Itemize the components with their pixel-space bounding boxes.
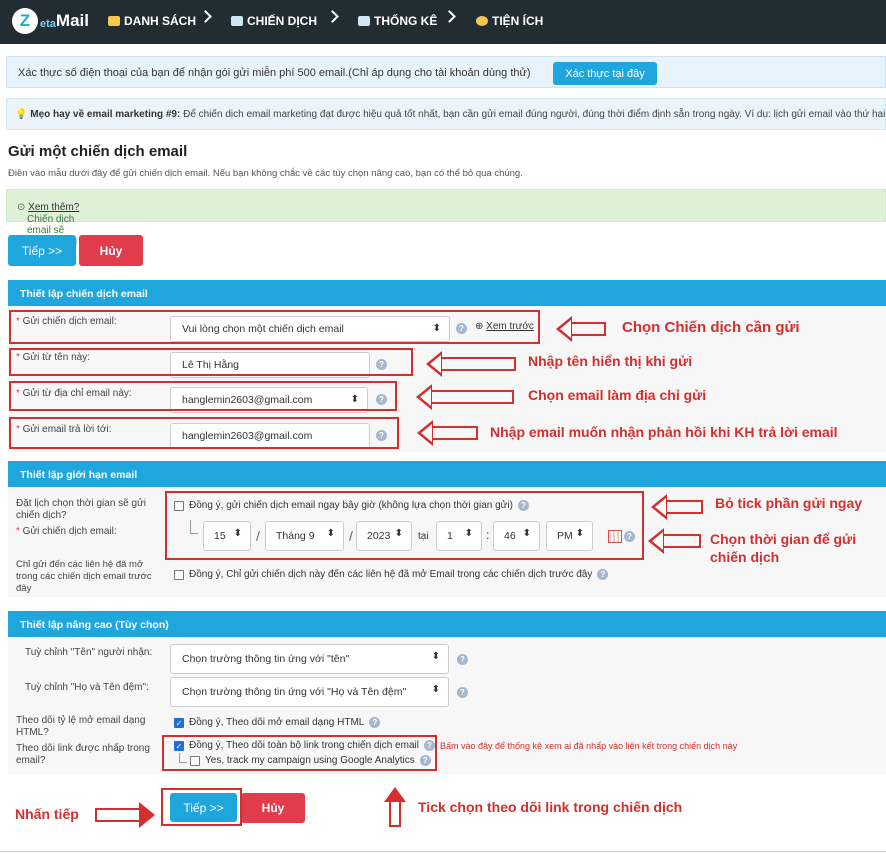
track-link-label: Theo dõi link được nhấp trong email? xyxy=(16,743,150,766)
nav-label: CHIẾN DỊCH xyxy=(247,14,318,28)
chevron-right-icon xyxy=(326,10,339,23)
annotation-from-name: Nhập tên hiển thị khi gửi xyxy=(528,353,693,369)
help-icon[interactable]: ? xyxy=(457,687,468,698)
arrow-left-icon xyxy=(426,351,516,377)
verify-button[interactable]: Xác thực tại đây xyxy=(553,62,657,85)
fullname-label: Tuỳ chỉnh "Họ và Tên đệm": xyxy=(25,682,149,693)
arrow-right-head xyxy=(139,802,155,828)
logo-text: Mail xyxy=(55,11,89,30)
highlight-reply xyxy=(9,417,399,449)
chevron-right-icon xyxy=(443,10,456,23)
chevron-right-icon xyxy=(199,10,212,23)
verify-banner: Xác thực số điện thoại của bạn để nhận g… xyxy=(6,56,886,88)
annotation-reply-email: Nhập email muốn nhận phản hồi khi KH trả… xyxy=(490,424,838,440)
track-open-label: Theo dõi tỷ lệ mở email dạng HTML? xyxy=(16,715,146,738)
arrow-left-icon xyxy=(417,420,478,446)
help-icon[interactable]: ? xyxy=(597,569,609,580)
zetamail-logo[interactable]: Z eta Mail xyxy=(12,8,89,34)
highlight-track-link xyxy=(162,735,437,771)
arrow-up-icon xyxy=(384,787,406,802)
cancel-button-top[interactable]: Hủy xyxy=(79,235,143,266)
mail-icon xyxy=(231,16,243,26)
annotation-press-next: Nhấn tiếp xyxy=(15,806,79,822)
section-campaign-header: Thiết lập chiến dịch email xyxy=(8,280,886,306)
section-title: Thiết lập chiến dịch email xyxy=(20,288,148,300)
list-icon xyxy=(108,16,120,26)
help-icon[interactable]: ? xyxy=(369,717,381,728)
nav-label: TIỆN ÍCH xyxy=(492,14,544,28)
arrow-left-icon xyxy=(556,316,606,342)
section-title: Thiết lập giới hạn email xyxy=(20,469,138,481)
checkbox-unchecked[interactable] xyxy=(174,569,184,580)
firstname-label: Tuỳ chỉnh "Tên" người nhận: xyxy=(25,647,153,658)
logo-mark: Z xyxy=(12,8,38,34)
logo-small: eta xyxy=(40,18,56,30)
highlight-fromemail xyxy=(9,381,397,411)
fullname-select[interactable]: Chọn trường thông tin ứng với "Họ và Tên… xyxy=(170,677,449,707)
track-link-note[interactable]: Bấm vào đây để thống kê xem ai đã nhấp v… xyxy=(440,741,737,751)
annotation-choose-campaign: Chọn Chiến dịch cần gửi xyxy=(622,319,800,336)
annotation-uncheck-send-now: Bỏ tick phần gửi ngay xyxy=(715,495,863,511)
page-description: Điền vào mẫu dưới đây để gửi chiến dịch … xyxy=(8,168,523,179)
arrow-right-icon xyxy=(95,808,139,822)
arrow-left-icon xyxy=(651,494,703,520)
highlight-schedule xyxy=(165,491,644,560)
tip-title: Mẹo hay về email marketing #9: xyxy=(30,109,181,120)
send-label: * Gửi chiến dịch email: xyxy=(16,526,117,537)
nav-tien-ich[interactable]: TIỆN ÍCH xyxy=(476,14,543,28)
bulb-icon xyxy=(476,16,488,26)
info-text: ⊙ Chiến dịch email sẽ gửi khoảng 10 liên… xyxy=(17,202,79,258)
checkbox-checked[interactable]: ✓ xyxy=(174,717,184,728)
track-open-checkbox[interactable]: ✓ Đồng ý, Theo dõi mở email dạng HTML? xyxy=(174,717,381,728)
only-opened-text: Đồng ý, Chỉ gửi chiến dịch này đến các l… xyxy=(189,569,593,580)
next-button-top[interactable]: Tiếp >> xyxy=(8,235,76,266)
highlight-fromname xyxy=(9,348,413,376)
help-icon[interactable]: ? xyxy=(457,654,468,665)
firstname-select[interactable]: Chọn trường thông tin ứng với "tên" xyxy=(170,644,449,674)
only-opened-label: Chỉ gửi đến các liên hệ đã mở trong các … xyxy=(16,559,152,594)
stats-icon xyxy=(358,16,370,26)
arrow-up-shaft xyxy=(389,801,401,827)
only-opened-checkbox[interactable]: Đồng ý, Chỉ gửi chiến dịch này đến các l… xyxy=(174,569,609,580)
arrow-left-icon xyxy=(416,384,514,410)
tip-banner: 💡 Mẹo hay về email marketing #9: Để chiế… xyxy=(6,98,886,130)
section-limit-header: Thiết lập giới hạn email xyxy=(8,461,886,487)
section-advanced-header: Thiết lập nâng cao (Tùy chọn) xyxy=(8,611,886,637)
track-open-text: Đồng ý, Theo dõi mở email dạng HTML xyxy=(189,717,365,728)
annotation-from-email: Chọn email làm địa chỉ gửi xyxy=(528,387,707,403)
nav-label: DANH SÁCH xyxy=(124,14,196,28)
tip-text: 💡 Mẹo hay về email marketing #9: Để chiế… xyxy=(15,109,886,120)
page-title: Gửi một chiến dịch email xyxy=(8,143,188,160)
top-nav: Z eta Mail DANH SÁCH CHIẾN DỊCH THỐNG KÊ… xyxy=(0,0,886,44)
cancel-button-bottom[interactable]: Hủy xyxy=(241,793,305,823)
annotation-choose-time: Chọn thời gian để gửi chiến dịch xyxy=(710,531,857,565)
annotation-track-link: Tick chọn theo dõi link trong chiến dịch xyxy=(418,799,683,815)
arrow-left-icon xyxy=(648,528,701,554)
nav-danh-sach[interactable]: DANH SÁCH xyxy=(108,14,196,28)
tip-body: Để chiến dịch email marketing đạt được h… xyxy=(180,109,886,120)
highlight-next xyxy=(161,788,242,826)
nav-label: THỐNG KÊ xyxy=(374,14,438,28)
info-alert: ⊙ Chiến dịch email sẽ gửi khoảng 10 liên… xyxy=(6,189,886,258)
info-link[interactable]: Xem thêm? xyxy=(28,202,79,213)
nav-chien-dich[interactable]: CHIẾN DỊCH xyxy=(231,14,317,28)
footer-divider xyxy=(0,851,886,852)
schedule-label: Đặt lịch chọn thời gian sẽ gửi chiến dịc… xyxy=(16,498,146,521)
section-title: Thiết lập nâng cao (Tùy chọn) xyxy=(20,619,169,631)
verify-text: Xác thực số điện thoại của bạn để nhận g… xyxy=(18,67,531,79)
highlight-campaign xyxy=(9,310,540,344)
nav-thong-ke[interactable]: THỐNG KÊ xyxy=(358,14,437,28)
